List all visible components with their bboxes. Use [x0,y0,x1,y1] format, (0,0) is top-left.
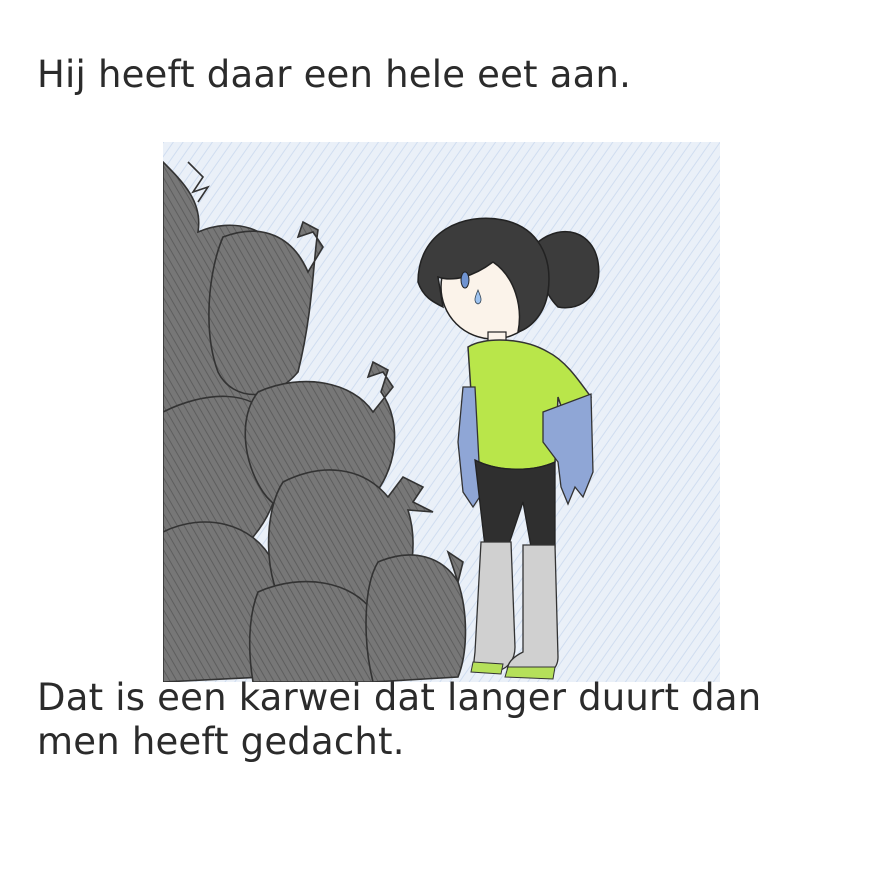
top-caption: Hij heeft daar een hele eet aan. [37,53,632,96]
bottom-caption: Dat is een karwei dat langer duurt dan m… [37,676,762,763]
boot-sole-left [470,661,504,675]
illustration-girl-with-garbage-bags [163,142,720,682]
girl-boot-left [472,541,516,673]
girl-eye [460,271,470,289]
garbage-bag-8 [365,550,467,682]
